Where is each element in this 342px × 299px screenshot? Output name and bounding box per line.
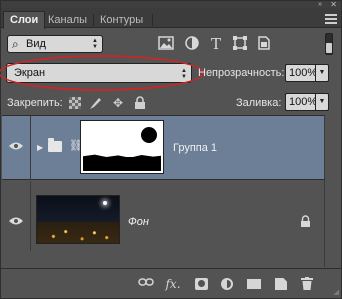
layer-style-fx-icon[interactable]: fx.: [165, 277, 181, 291]
image-filter-icon[interactable]: [158, 36, 174, 52]
eye-column-divider: [30, 181, 31, 251]
fill-input[interactable]: 100%: [285, 93, 317, 111]
layer-thumbnail[interactable]: [36, 195, 120, 244]
resize-grip-icon[interactable]: ◢: [334, 288, 339, 296]
shape-filter-icon[interactable]: [232, 36, 248, 52]
fill-label: Заливка:: [236, 97, 282, 109]
type-filter-icon[interactable]: T: [208, 36, 224, 52]
tab-channels[interactable]: Каналы: [42, 12, 93, 28]
opacity-input[interactable]: 100%: [285, 64, 317, 82]
filter-kind-select[interactable]: ⌕ Вид ▲ ▼: [7, 35, 103, 53]
highlight-ellipse-annotation: [0, 55, 204, 91]
new-layer-icon[interactable]: [275, 278, 287, 290]
layers-list: ▶ ⛓ Группа 1 Фон: [2, 115, 324, 267]
expand-group-triangle-icon[interactable]: ▶: [37, 143, 43, 152]
layer-lock-icon: [300, 215, 311, 231]
folder-icon: [48, 138, 62, 152]
panel-top-strip: » ✕: [1, 0, 341, 9]
layers-scrollbar[interactable]: [324, 115, 341, 267]
new-group-folder-icon[interactable]: [247, 279, 261, 289]
lock-label: Закрепить:: [7, 97, 63, 109]
opacity-label: Непрозрачность:: [198, 67, 285, 79]
search-icon: ⌕: [12, 37, 19, 51]
lock-transparent-pixels-icon[interactable]: [69, 97, 81, 109]
filter-kind-value: Вид: [26, 38, 46, 50]
layers-bottom-toolbar: fx. ◢: [1, 268, 341, 298]
visibility-eye-icon[interactable]: [6, 215, 26, 229]
smart-object-filter-icon[interactable]: [256, 36, 272, 52]
tab-paths[interactable]: Контуры: [94, 12, 149, 28]
lock-all-icon[interactable]: [133, 96, 147, 110]
layer-name[interactable]: Группа 1: [173, 142, 217, 154]
updown-arrows-icon: ▲ ▼: [92, 38, 98, 50]
layer-mask-thumbnail[interactable]: [80, 120, 164, 174]
eye-column-divider: [30, 116, 31, 180]
layer-row-group[interactable]: ▶ ⛓ Группа 1: [2, 116, 324, 180]
visibility-eye-icon[interactable]: [6, 140, 26, 154]
delete-layer-trash-icon[interactable]: [299, 277, 315, 291]
panel-tab-bar: Слои Каналы Контуры: [1, 8, 341, 29]
layer-name[interactable]: Фон: [128, 216, 149, 228]
add-mask-icon[interactable]: [195, 278, 208, 290]
collapse-panel-icon[interactable]: »: [318, 1, 322, 8]
tab-divider: [152, 14, 153, 26]
filter-toggle-switch[interactable]: [325, 33, 333, 55]
lock-image-pixels-icon[interactable]: [89, 96, 103, 110]
new-adjustment-layer-icon[interactable]: [221, 278, 233, 290]
layer-row-background[interactable]: Фон: [2, 181, 324, 251]
opacity-dropdown-arrow-icon[interactable]: ▼: [315, 64, 329, 82]
lock-position-icon[interactable]: ✥: [111, 96, 125, 110]
adjustment-filter-icon[interactable]: [184, 36, 200, 52]
tab-layers[interactable]: Слои: [3, 11, 46, 29]
layers-panel: » ✕ Слои Каналы Контуры ⌕ Вид ▲ ▼ T Экран: [0, 0, 342, 299]
panel-menu-icon[interactable]: [325, 14, 337, 24]
fill-dropdown-arrow-icon[interactable]: ▼: [315, 93, 329, 111]
link-layers-icon[interactable]: [138, 277, 154, 291]
